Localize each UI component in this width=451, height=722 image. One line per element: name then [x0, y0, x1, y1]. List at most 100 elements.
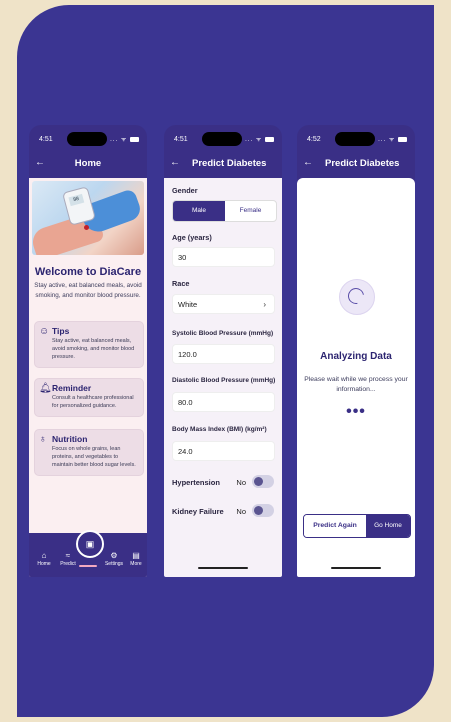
loading-spinner: [339, 279, 375, 315]
signal-wifi-icon: ... ᯤ: [110, 137, 128, 143]
gender-male-option[interactable]: Male: [173, 201, 225, 221]
hypertension-value: No: [236, 478, 246, 487]
systolic-field[interactable]: 120.0: [172, 344, 275, 364]
race-value: White: [178, 300, 198, 309]
race-label: Race: [172, 279, 190, 288]
nav-predict-label: Predict: [60, 561, 76, 567]
dynamic-island: [67, 132, 107, 146]
action-buttons: Predict Again Go Home: [303, 514, 411, 538]
fab-indicator: [79, 565, 97, 567]
bmi-label: Body Mass Index (BMI) (kg/m²): [172, 426, 267, 433]
bell-icon: 🔔︎: [39, 383, 52, 394]
back-arrow-icon[interactable]: ←: [170, 157, 180, 168]
nutrition-title: Nutrition: [52, 434, 88, 444]
blood-drop-icon: [84, 225, 89, 230]
gender-label: Gender: [172, 186, 198, 195]
page-title: Predict Diabetes: [192, 158, 267, 169]
loading-dots: •••: [346, 403, 366, 420]
meter-screen: 88: [68, 193, 85, 207]
bmi-field[interactable]: 24.0: [172, 441, 275, 461]
tips-title: Tips: [52, 326, 70, 336]
analyzing-title: Analyzing Data: [320, 351, 392, 362]
hypertension-row: Hypertension No: [172, 474, 274, 490]
go-home-button[interactable]: Go Home: [366, 515, 410, 537]
predict-form: Gender Male Female Age (years) 30 Race W…: [164, 178, 282, 577]
kidney-failure-row: Kidney Failure No: [172, 503, 274, 519]
chart-icon: ▣: [85, 539, 95, 549]
chat-icon: ▤: [132, 551, 140, 560]
analyzing-content: Analyzing Data Please wait while we proc…: [297, 178, 415, 577]
battery-icon: [130, 136, 139, 142]
age-field[interactable]: 30: [172, 247, 275, 267]
status-time: 4:51: [174, 136, 188, 143]
status-bar: 4:52 ... ᯤ: [297, 125, 415, 151]
dna-icon: ≈: [65, 551, 71, 560]
chevron-right-icon: ›: [263, 300, 266, 309]
signal-wifi-icon: ... ᯤ: [245, 137, 263, 143]
reminder-text: Consult a healthcare professional for pe…: [52, 395, 134, 409]
tips-card[interactable]: ☺ Tips Stay active, eat balanced meals, …: [34, 321, 144, 368]
smile-icon: ☺: [39, 326, 50, 337]
status-icons: ... ᯤ: [378, 135, 407, 143]
battery-icon: [398, 136, 407, 142]
analyzing-message: Please wait while we process your inform…: [304, 376, 408, 393]
switch-knob: [254, 477, 263, 486]
switch-knob: [254, 506, 263, 515]
reminder-title: Reminder: [52, 383, 92, 393]
home-icon: ⌂: [41, 551, 47, 560]
kidney-failure-label: Kidney Failure: [172, 507, 224, 516]
dynamic-island: [335, 132, 375, 146]
gender-toggle: Male Female: [172, 200, 277, 222]
app-bar: ← Predict Diabetes: [164, 153, 282, 175]
kidney-failure-value: No: [236, 507, 246, 516]
nav-more-label: More: [130, 561, 142, 567]
nav-home-label: Home: [37, 561, 51, 567]
home-content: 88 Welcome to DiaCare Stay active, eat b…: [29, 178, 147, 577]
apple-icon: ♁: [39, 434, 47, 445]
bottom-nav: ⌂ Home ≈ Predict ▣ ⚙ Settings ▤ More: [29, 530, 147, 577]
nutrition-card[interactable]: ♁ Nutrition Focus on whole grains, lean …: [34, 429, 144, 476]
kidney-failure-switch[interactable]: [252, 504, 274, 517]
battery-icon: [265, 136, 274, 142]
diastolic-label: Diastolic Blood Pressure (mmHg): [172, 377, 276, 384]
nav-more[interactable]: ▤ More: [125, 551, 147, 567]
hypertension-switch[interactable]: [252, 475, 274, 488]
nav-predict[interactable]: ≈ Predict: [57, 551, 79, 567]
predict-again-button[interactable]: Predict Again: [304, 515, 366, 537]
reminder-card[interactable]: 🔔︎ Reminder Consult a healthcare profess…: [34, 378, 144, 417]
center-action-button[interactable]: ▣: [76, 530, 104, 558]
welcome-subtitle: Stay active, eat balanced meals, avoid s…: [34, 282, 142, 299]
race-select[interactable]: White ›: [172, 294, 275, 314]
spinner-arc-icon: [344, 284, 368, 308]
gender-female-option[interactable]: Female: [225, 201, 276, 221]
hypertension-label: Hypertension: [172, 478, 220, 487]
signal-wifi-icon: ... ᯤ: [378, 137, 396, 143]
hero-image: 88: [32, 181, 144, 255]
page-title: Home: [74, 158, 102, 169]
age-label: Age (years): [172, 233, 212, 242]
status-time: 4:52: [307, 136, 321, 143]
nav-home[interactable]: ⌂ Home: [33, 551, 55, 567]
welcome-title: Welcome to DiaCare: [34, 266, 142, 278]
nav-settings[interactable]: ⚙ Settings: [103, 551, 125, 567]
nav-settings-label: Settings: [104, 561, 124, 567]
gear-icon: ⚙: [110, 551, 118, 560]
status-icons: ... ᯤ: [245, 135, 274, 143]
page-title: Predict Diabetes: [325, 158, 400, 169]
home-phone: 4:51 ... ᯤ ← Home 88 Welcome to DiaCare …: [29, 125, 147, 577]
predict-phone: 4:51 ... ᯤ ← Predict Diabetes Gender Mal…: [164, 125, 282, 577]
home-indicator: [198, 567, 248, 569]
diastolic-field[interactable]: 80.0: [172, 392, 275, 412]
status-bar: 4:51 ... ᯤ: [29, 125, 147, 151]
analyzing-phone: 4:52 ... ᯤ ← Predict Diabetes Analyzing …: [297, 125, 415, 577]
status-icons: ... ᯤ: [110, 135, 139, 143]
dynamic-island: [202, 132, 242, 146]
tips-text: Stay active, eat balanced meals, avoid s…: [52, 338, 135, 360]
app-bar: ← Home: [29, 153, 147, 175]
app-bar: ← Predict Diabetes: [297, 153, 415, 175]
status-time: 4:51: [39, 136, 53, 143]
status-bar: 4:51 ... ᯤ: [164, 125, 282, 151]
back-arrow-icon[interactable]: ←: [303, 157, 313, 168]
home-indicator: [331, 567, 381, 569]
nutrition-text: Focus on whole grains, lean proteins, an…: [52, 446, 136, 468]
